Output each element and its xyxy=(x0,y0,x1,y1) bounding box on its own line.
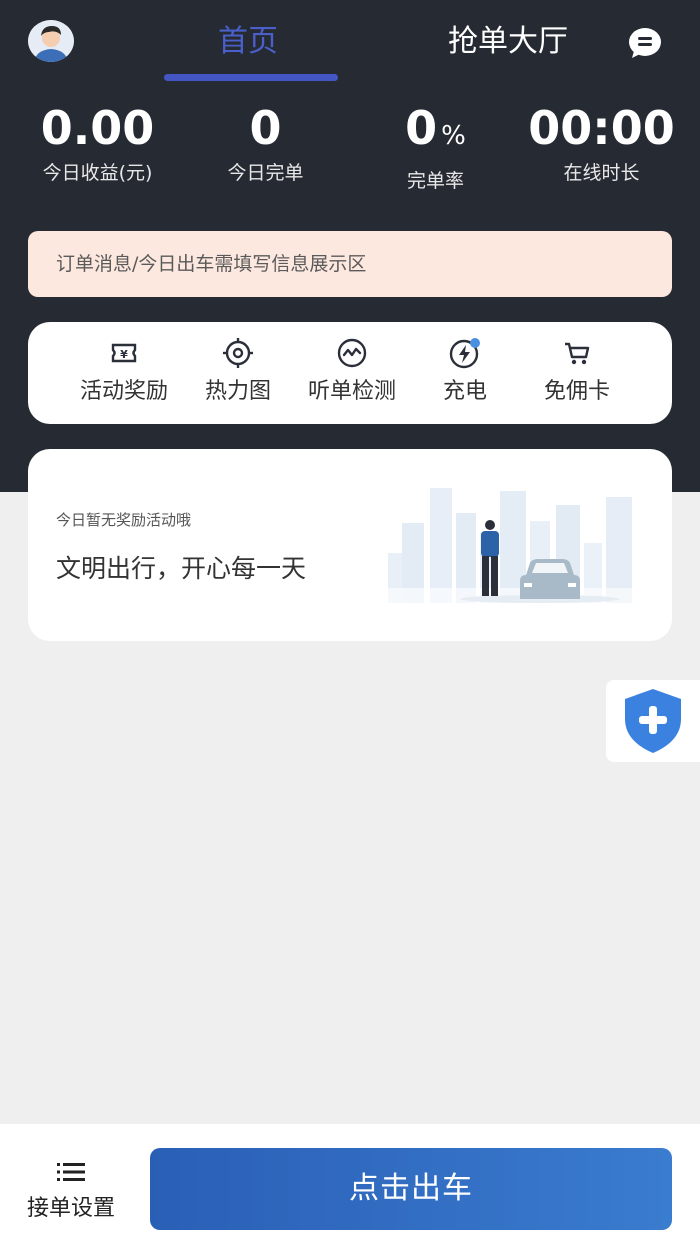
start-driving-button[interactable]: 点击出车 xyxy=(150,1148,672,1230)
charge-icon xyxy=(405,338,525,369)
quick-item-charge[interactable]: 充电 xyxy=(405,338,525,406)
stat-value: 0 xyxy=(249,101,282,155)
stat-label: 今日完单 xyxy=(227,162,304,184)
ticket-icon: ¥ xyxy=(64,338,184,368)
reward-card-title: 文明出行，开心每一天 xyxy=(56,554,307,583)
stat-unit: % xyxy=(441,121,466,151)
target-icon xyxy=(178,338,298,368)
stat-today-orders: 0 今日完单 xyxy=(178,100,353,186)
stat-label: 在线时长 xyxy=(563,162,640,184)
reward-card-subtitle: 今日暂无奖励活动哦 xyxy=(56,511,192,529)
city-driver-illustration xyxy=(380,488,650,613)
list-icon xyxy=(57,1163,85,1181)
tab-order-hall[interactable]: 抢单大厅 xyxy=(448,22,568,62)
quick-menu: ¥ 活动奖励 热力图 听单检测 充电 免佣卡 xyxy=(28,322,672,424)
quick-item-activity-reward[interactable]: ¥ 活动奖励 xyxy=(64,338,184,406)
stat-online-time: 00:00 在线时长 xyxy=(514,100,689,186)
quick-item-listen-check[interactable]: 听单检测 xyxy=(292,338,412,406)
stat-value: 00:00 xyxy=(528,101,675,155)
stat-completion-rate: 0% 完单率 xyxy=(348,100,523,194)
tab-home[interactable]: 首页 xyxy=(218,22,278,62)
stat-value: 0.00 xyxy=(40,101,155,155)
stat-label: 今日收益(元) xyxy=(42,162,153,184)
order-notice-banner[interactable]: 订单消息/今日出车需填写信息展示区 xyxy=(28,231,672,297)
order-settings-button[interactable]: 接单设置 xyxy=(18,1162,124,1222)
quick-item-label: 听单检测 xyxy=(307,379,396,404)
stat-today-income: 0.00 今日收益(元) xyxy=(10,100,185,186)
driver-avatar-icon[interactable] xyxy=(28,20,74,62)
pulse-icon xyxy=(292,338,412,368)
shield-plus-icon xyxy=(625,689,681,753)
svg-text:¥: ¥ xyxy=(120,348,128,361)
cart-icon xyxy=(517,338,637,368)
reward-activity-card[interactable]: 今日暂无奖励活动哦 文明出行，开心每一天 xyxy=(28,449,672,641)
stat-label: 完单率 xyxy=(406,170,464,192)
quick-item-label: 活动奖励 xyxy=(79,379,168,404)
order-settings-label: 接单设置 xyxy=(26,1196,115,1221)
quick-item-label: 充电 xyxy=(442,379,487,404)
quick-item-label: 免佣卡 xyxy=(543,379,610,404)
quick-item-label: 热力图 xyxy=(204,379,271,404)
active-tab-indicator xyxy=(164,74,338,81)
quick-item-commission-free-card[interactable]: 免佣卡 xyxy=(517,338,637,406)
stat-value: 0 xyxy=(405,101,438,155)
safety-center-button[interactable] xyxy=(606,680,700,762)
message-icon[interactable] xyxy=(628,27,662,59)
quick-item-heatmap[interactable]: 热力图 xyxy=(178,338,298,406)
